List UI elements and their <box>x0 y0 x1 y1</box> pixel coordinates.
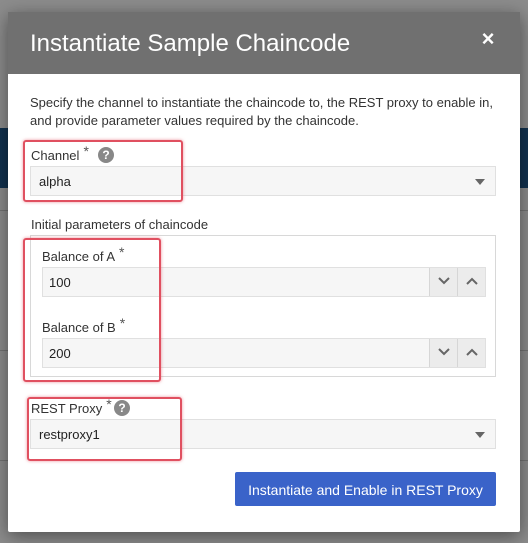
balance-b-stepper[interactable] <box>42 338 486 368</box>
balance-a-label-text: Balance of A <box>42 249 115 264</box>
caret-down-icon <box>475 432 485 438</box>
channel-label: Channel * <box>31 143 89 164</box>
channel-select[interactable]: alpha <box>30 166 496 196</box>
close-icon[interactable]: × <box>476 27 500 51</box>
balance-b-input[interactable] <box>43 339 429 367</box>
channel-selected-value: alpha <box>39 174 71 189</box>
decrement-button[interactable] <box>429 268 457 296</box>
chevron-down-icon <box>438 277 450 285</box>
help-icon[interactable]: ? <box>114 400 130 416</box>
increment-button[interactable] <box>457 339 485 367</box>
instantiate-chaincode-dialog: Instantiate Sample Chaincode × Specify t… <box>8 12 520 532</box>
dialog-description: Specify the channel to instantiate the c… <box>30 95 493 128</box>
increment-button[interactable] <box>457 268 485 296</box>
required-mark: * <box>119 315 126 331</box>
required-mark: * <box>106 396 112 412</box>
dialog-title: Instantiate Sample Chaincode <box>30 30 351 57</box>
chevron-up-icon <box>466 348 478 356</box>
dialog-header: Instantiate Sample Chaincode × <box>8 12 520 74</box>
required-mark: * <box>119 244 125 260</box>
help-icon[interactable]: ? <box>98 147 114 163</box>
decrement-button[interactable] <box>429 339 457 367</box>
required-mark: * <box>83 143 89 159</box>
rest-proxy-select[interactable]: restproxy1 <box>30 419 496 449</box>
rest-proxy-label: REST Proxy * <box>31 396 112 417</box>
params-legend: Initial parameters of chaincode <box>31 217 209 232</box>
balance-b-label-text: Balance of B <box>42 320 116 335</box>
rest-proxy-label-text: REST Proxy <box>31 401 103 416</box>
channel-label-text: Channel <box>31 148 80 163</box>
rest-proxy-selected-value: restproxy1 <box>39 427 100 442</box>
chevron-down-icon <box>438 348 450 356</box>
instantiate-enable-button[interactable]: Instantiate and Enable in REST Proxy <box>235 472 496 506</box>
balance-a-label: Balance of A * <box>42 244 124 265</box>
balance-b-label: Balance of B * <box>42 315 125 336</box>
caret-down-icon <box>475 179 485 185</box>
balance-a-input[interactable] <box>43 268 429 296</box>
chevron-up-icon <box>466 277 478 285</box>
balance-a-stepper[interactable] <box>42 267 486 297</box>
